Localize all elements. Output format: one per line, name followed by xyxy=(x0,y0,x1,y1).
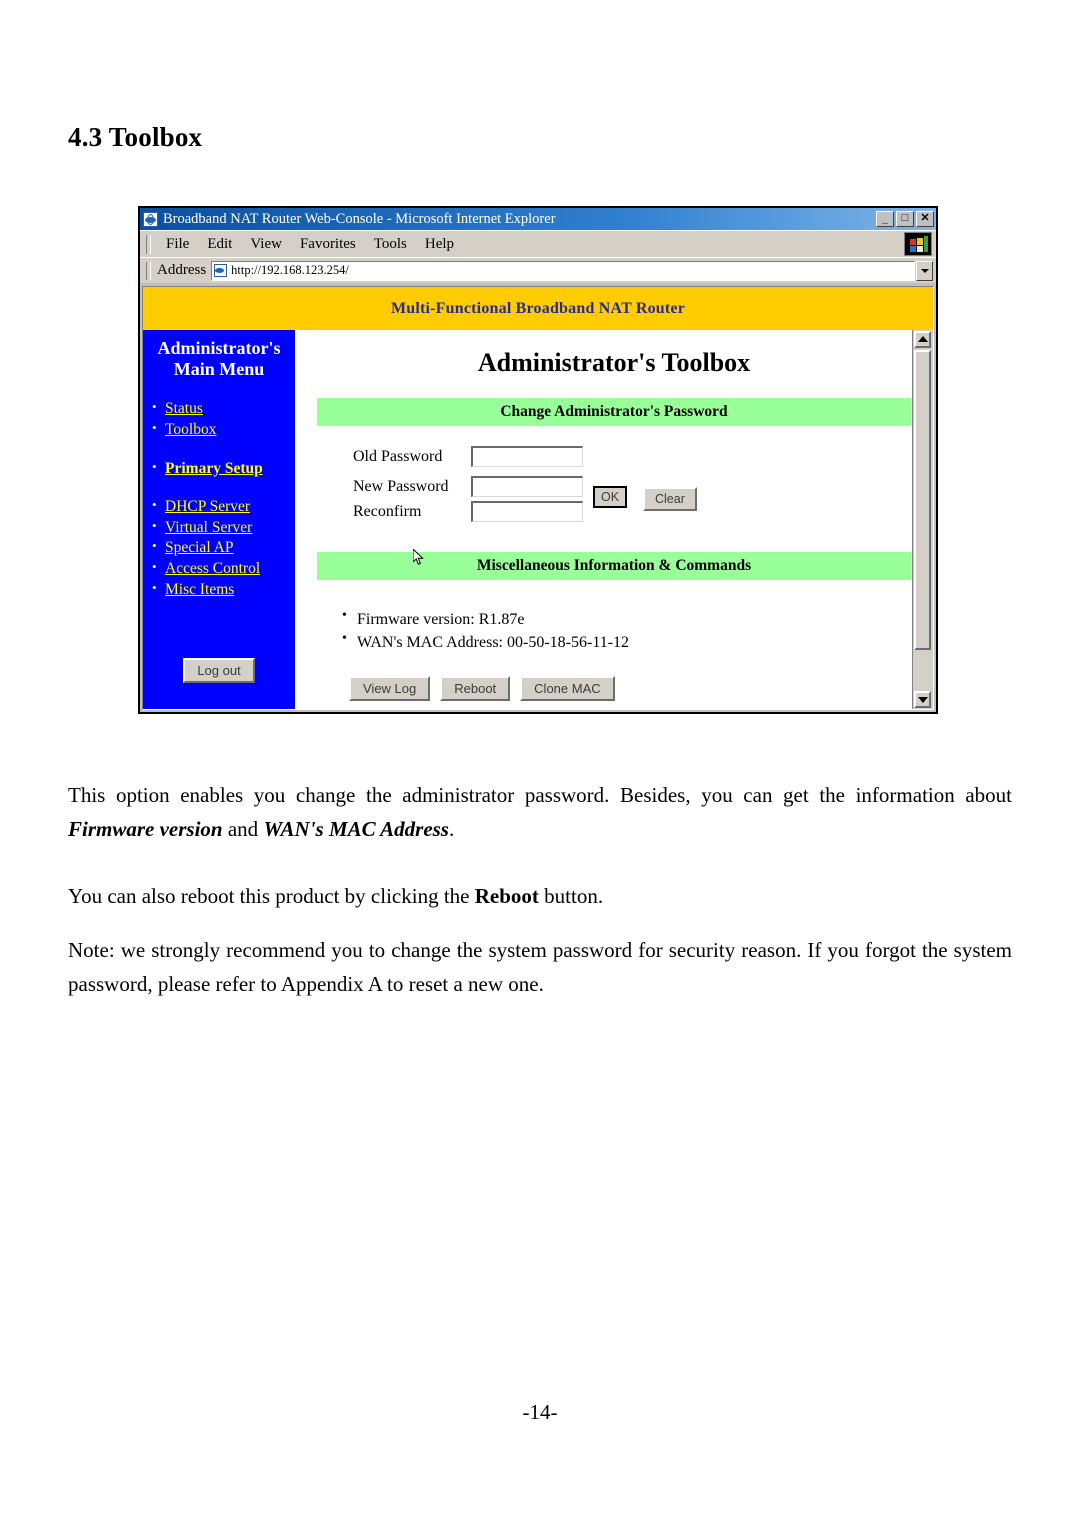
internet-explorer-icon xyxy=(143,211,158,227)
sidebar-item-access-control[interactable]: Access Control xyxy=(152,558,307,580)
reconfirm-input[interactable] xyxy=(471,501,583,522)
sidebar-item-status[interactable]: Status xyxy=(152,398,295,420)
new-password-label: New Password xyxy=(353,477,449,495)
command-buttons: View Log Reboot Clone MAC xyxy=(317,676,911,702)
sidebar-link-toolbox[interactable]: Toolbox xyxy=(165,421,216,438)
browser-addressbar: Address http://192.168.123.254/ xyxy=(140,257,936,283)
clone-mac-button[interactable]: Clone MAC xyxy=(520,676,615,702)
close-button[interactable]: ✕ xyxy=(916,211,934,227)
sidebar-item-special-ap[interactable]: Special AP xyxy=(152,537,295,559)
menu-item-view[interactable]: View xyxy=(241,236,291,253)
menu-item-edit[interactable]: Edit xyxy=(198,236,241,253)
address-input[interactable]: http://192.168.123.254/ xyxy=(211,260,915,281)
p2-text-a: You can also reboot this product by clic… xyxy=(68,884,475,908)
view-log-button[interactable]: View Log xyxy=(349,676,431,702)
sidebar-link-special-ap[interactable]: Special AP xyxy=(165,539,233,556)
logout-button[interactable]: Log out xyxy=(183,658,255,683)
old-password-label: Old Password xyxy=(353,447,443,465)
firmware-version-item: Firmware version: R1.87e xyxy=(342,606,911,631)
router-banner: Multi-Functional Broadband NAT Router xyxy=(143,287,933,330)
p1-mac-emphasis: WAN's MAC Address xyxy=(263,817,449,842)
sidebar-title-line2: Main Menu xyxy=(173,358,265,379)
window-controls: _ □ ✕ xyxy=(876,211,934,227)
reboot-button[interactable]: Reboot xyxy=(440,676,511,702)
page-number: -14- xyxy=(522,1400,558,1424)
minimize-button[interactable]: _ xyxy=(876,211,894,227)
sidebar-link-misc-items[interactable]: Misc Items xyxy=(165,581,234,598)
sidebar-title: Administrator's Main Menu xyxy=(143,338,295,379)
p1-text-c: and xyxy=(222,817,264,842)
minimize-icon: _ xyxy=(881,213,889,225)
sidebar-title-line1: Administrator's xyxy=(157,338,281,358)
sidebar-link-virtual-server[interactable]: Virtual Server xyxy=(165,519,252,536)
content-title: Administrator's Toolbox xyxy=(477,348,751,377)
scrollbar-thumb[interactable] xyxy=(914,350,931,650)
page-title: 4.3 Toolbox xyxy=(68,122,203,152)
sidebar-item-virtual-server[interactable]: Virtual Server xyxy=(152,517,295,539)
sidebar-link-status[interactable]: Status xyxy=(165,400,203,417)
wan-mac-address-item: WAN's MAC Address: 00-50-18-56-11-12 xyxy=(342,629,911,654)
reconfirm-label: Reconfirm xyxy=(353,502,422,520)
misc-info-list: Firmware version: R1.87e WAN's MAC Addre… xyxy=(317,606,911,654)
sidebar-item-primary-setup[interactable]: Primary Setup xyxy=(152,458,307,480)
page-icon xyxy=(214,264,228,277)
close-icon: ✕ xyxy=(920,212,930,224)
change-password-heading: Change Administrator's Password xyxy=(317,398,911,426)
vertical-scrollbar[interactable] xyxy=(912,330,933,709)
paragraph-2: You can also reboot this product by clic… xyxy=(68,879,1012,913)
sidebar: Administrator's Main Menu Status Toolbox… xyxy=(143,330,295,709)
ok-button[interactable]: OK xyxy=(593,486,628,508)
maximize-button[interactable]: □ xyxy=(896,211,914,227)
menu-item-file[interactable]: File xyxy=(157,236,198,253)
browser-titlebar: Broadband NAT Router Web-Console - Micro… xyxy=(140,208,936,230)
address-dropdown-icon[interactable] xyxy=(916,260,933,281)
sidebar-nav: Status Toolbox Primary Setup DHCP Server… xyxy=(143,398,295,601)
scroll-up-icon[interactable] xyxy=(914,331,931,348)
router-content: Administrator's Toolbox Change Administr… xyxy=(295,330,933,709)
scroll-down-icon[interactable] xyxy=(914,691,931,708)
browser-viewport: Multi-Functional Broadband NAT Router Ad… xyxy=(142,286,934,710)
logout-area: Log out xyxy=(143,658,295,683)
menu-item-favorites[interactable]: Favorites xyxy=(291,236,365,253)
document-page: 4.3 Toolbox Broadband NAT Router Web-Con… xyxy=(0,0,1080,1529)
misc-info-heading: Miscellaneous Information & Commands xyxy=(317,552,911,580)
reconfirm-row: Reconfirm xyxy=(353,501,583,522)
maximize-icon: □ xyxy=(901,212,909,224)
p1-firmware-emphasis: Firmware version xyxy=(68,817,223,842)
addressbar-grip[interactable] xyxy=(146,261,151,280)
address-label: Address xyxy=(157,262,207,278)
router-page-body: Administrator's Main Menu Status Toolbox… xyxy=(143,330,933,709)
sidebar-item-dhcp-server[interactable]: DHCP Server xyxy=(152,496,295,518)
sidebar-link-dhcp-server[interactable]: DHCP Server xyxy=(165,498,250,515)
ie-logo-animation-icon[interactable] xyxy=(904,232,932,256)
p2-reboot-emphasis: Reboot xyxy=(474,884,539,908)
browser-menubar: File Edit View Favorites Tools Help xyxy=(140,230,936,257)
new-password-row: New Password xyxy=(353,476,583,497)
clear-button[interactable]: Clear xyxy=(643,487,697,511)
address-url-text: http://192.168.123.254/ xyxy=(231,263,349,277)
menubar-grip[interactable] xyxy=(146,234,151,254)
p1-text-a: This option enables you change the admin… xyxy=(68,783,1012,807)
browser-window: Broadband NAT Router Web-Console - Micro… xyxy=(138,206,938,714)
paragraph-1: This option enables you change the admin… xyxy=(68,778,1012,846)
sidebar-item-misc-items[interactable]: Misc Items xyxy=(152,579,295,601)
old-password-row: Old Password xyxy=(353,446,583,467)
old-password-input[interactable] xyxy=(471,446,583,467)
sidebar-link-access-control[interactable]: Access Control xyxy=(165,560,260,577)
paragraph-3: Note: we strongly recommend you to chang… xyxy=(68,938,1012,997)
p2-text-c: button. xyxy=(538,884,604,908)
sidebar-link-primary-setup[interactable]: Primary Setup xyxy=(165,460,263,477)
p1-text-e: . xyxy=(448,817,455,842)
window-title: Broadband NAT Router Web-Console - Micro… xyxy=(163,210,556,227)
new-password-input[interactable] xyxy=(471,476,583,497)
sidebar-item-toolbox[interactable]: Toolbox xyxy=(152,419,295,441)
menu-item-help[interactable]: Help xyxy=(416,236,463,253)
menu-item-tools[interactable]: Tools xyxy=(365,236,416,253)
change-password-form: Old Password New Password Reconfirm OK C… xyxy=(317,446,911,532)
